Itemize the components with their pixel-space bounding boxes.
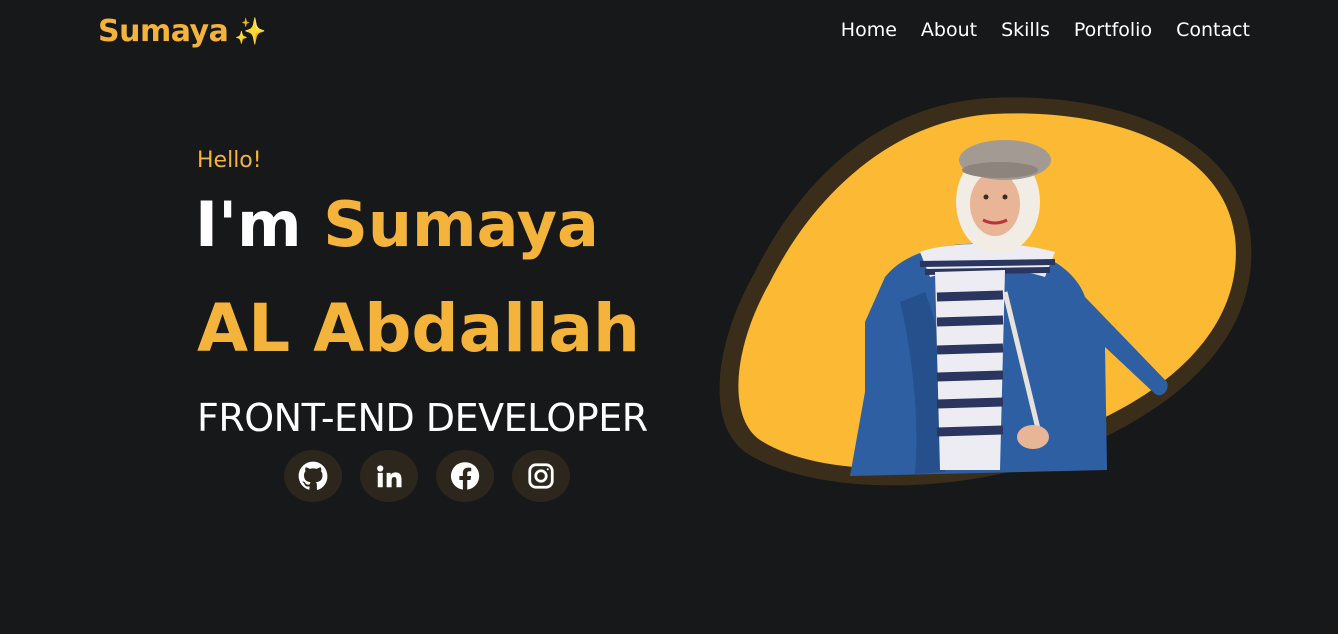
- facebook-icon: [450, 462, 480, 490]
- github-link[interactable]: [284, 450, 342, 502]
- hero-name-line1: I'm Sumaya: [195, 188, 599, 261]
- nav-portfolio[interactable]: Portfolio: [1074, 19, 1152, 41]
- site-logo[interactable]: Sumaya ✨: [98, 14, 267, 49]
- portrait-blob: [719, 97, 1252, 486]
- portrait-frame: [715, 92, 1260, 492]
- instagram-link[interactable]: [512, 450, 570, 502]
- im-text: I'm: [195, 188, 302, 261]
- logo-text: Sumaya: [98, 14, 229, 49]
- job-title: FRONT-END DEVELOPER: [197, 396, 648, 440]
- github-icon: [298, 461, 328, 490]
- sparkles-icon: ✨: [234, 16, 267, 47]
- nav-skills[interactable]: Skills: [1001, 19, 1050, 41]
- last-name: AL Abdallah: [197, 290, 640, 367]
- linkedin-link[interactable]: [360, 450, 418, 502]
- facebook-link[interactable]: [436, 450, 494, 502]
- linkedin-icon: [377, 465, 402, 488]
- instagram-icon: [528, 463, 554, 489]
- nav-home[interactable]: Home: [841, 19, 897, 41]
- nav-about[interactable]: About: [921, 19, 977, 41]
- main-nav: Home About Skills Portfolio Contact: [841, 19, 1250, 41]
- first-name: Sumaya: [323, 188, 599, 261]
- page: Sumaya ✨ Home About Skills Portfolio Con…: [0, 0, 1338, 634]
- greeting: Hello!: [197, 148, 262, 173]
- nav-contact[interactable]: Contact: [1176, 19, 1250, 41]
- social-links: [284, 450, 570, 502]
